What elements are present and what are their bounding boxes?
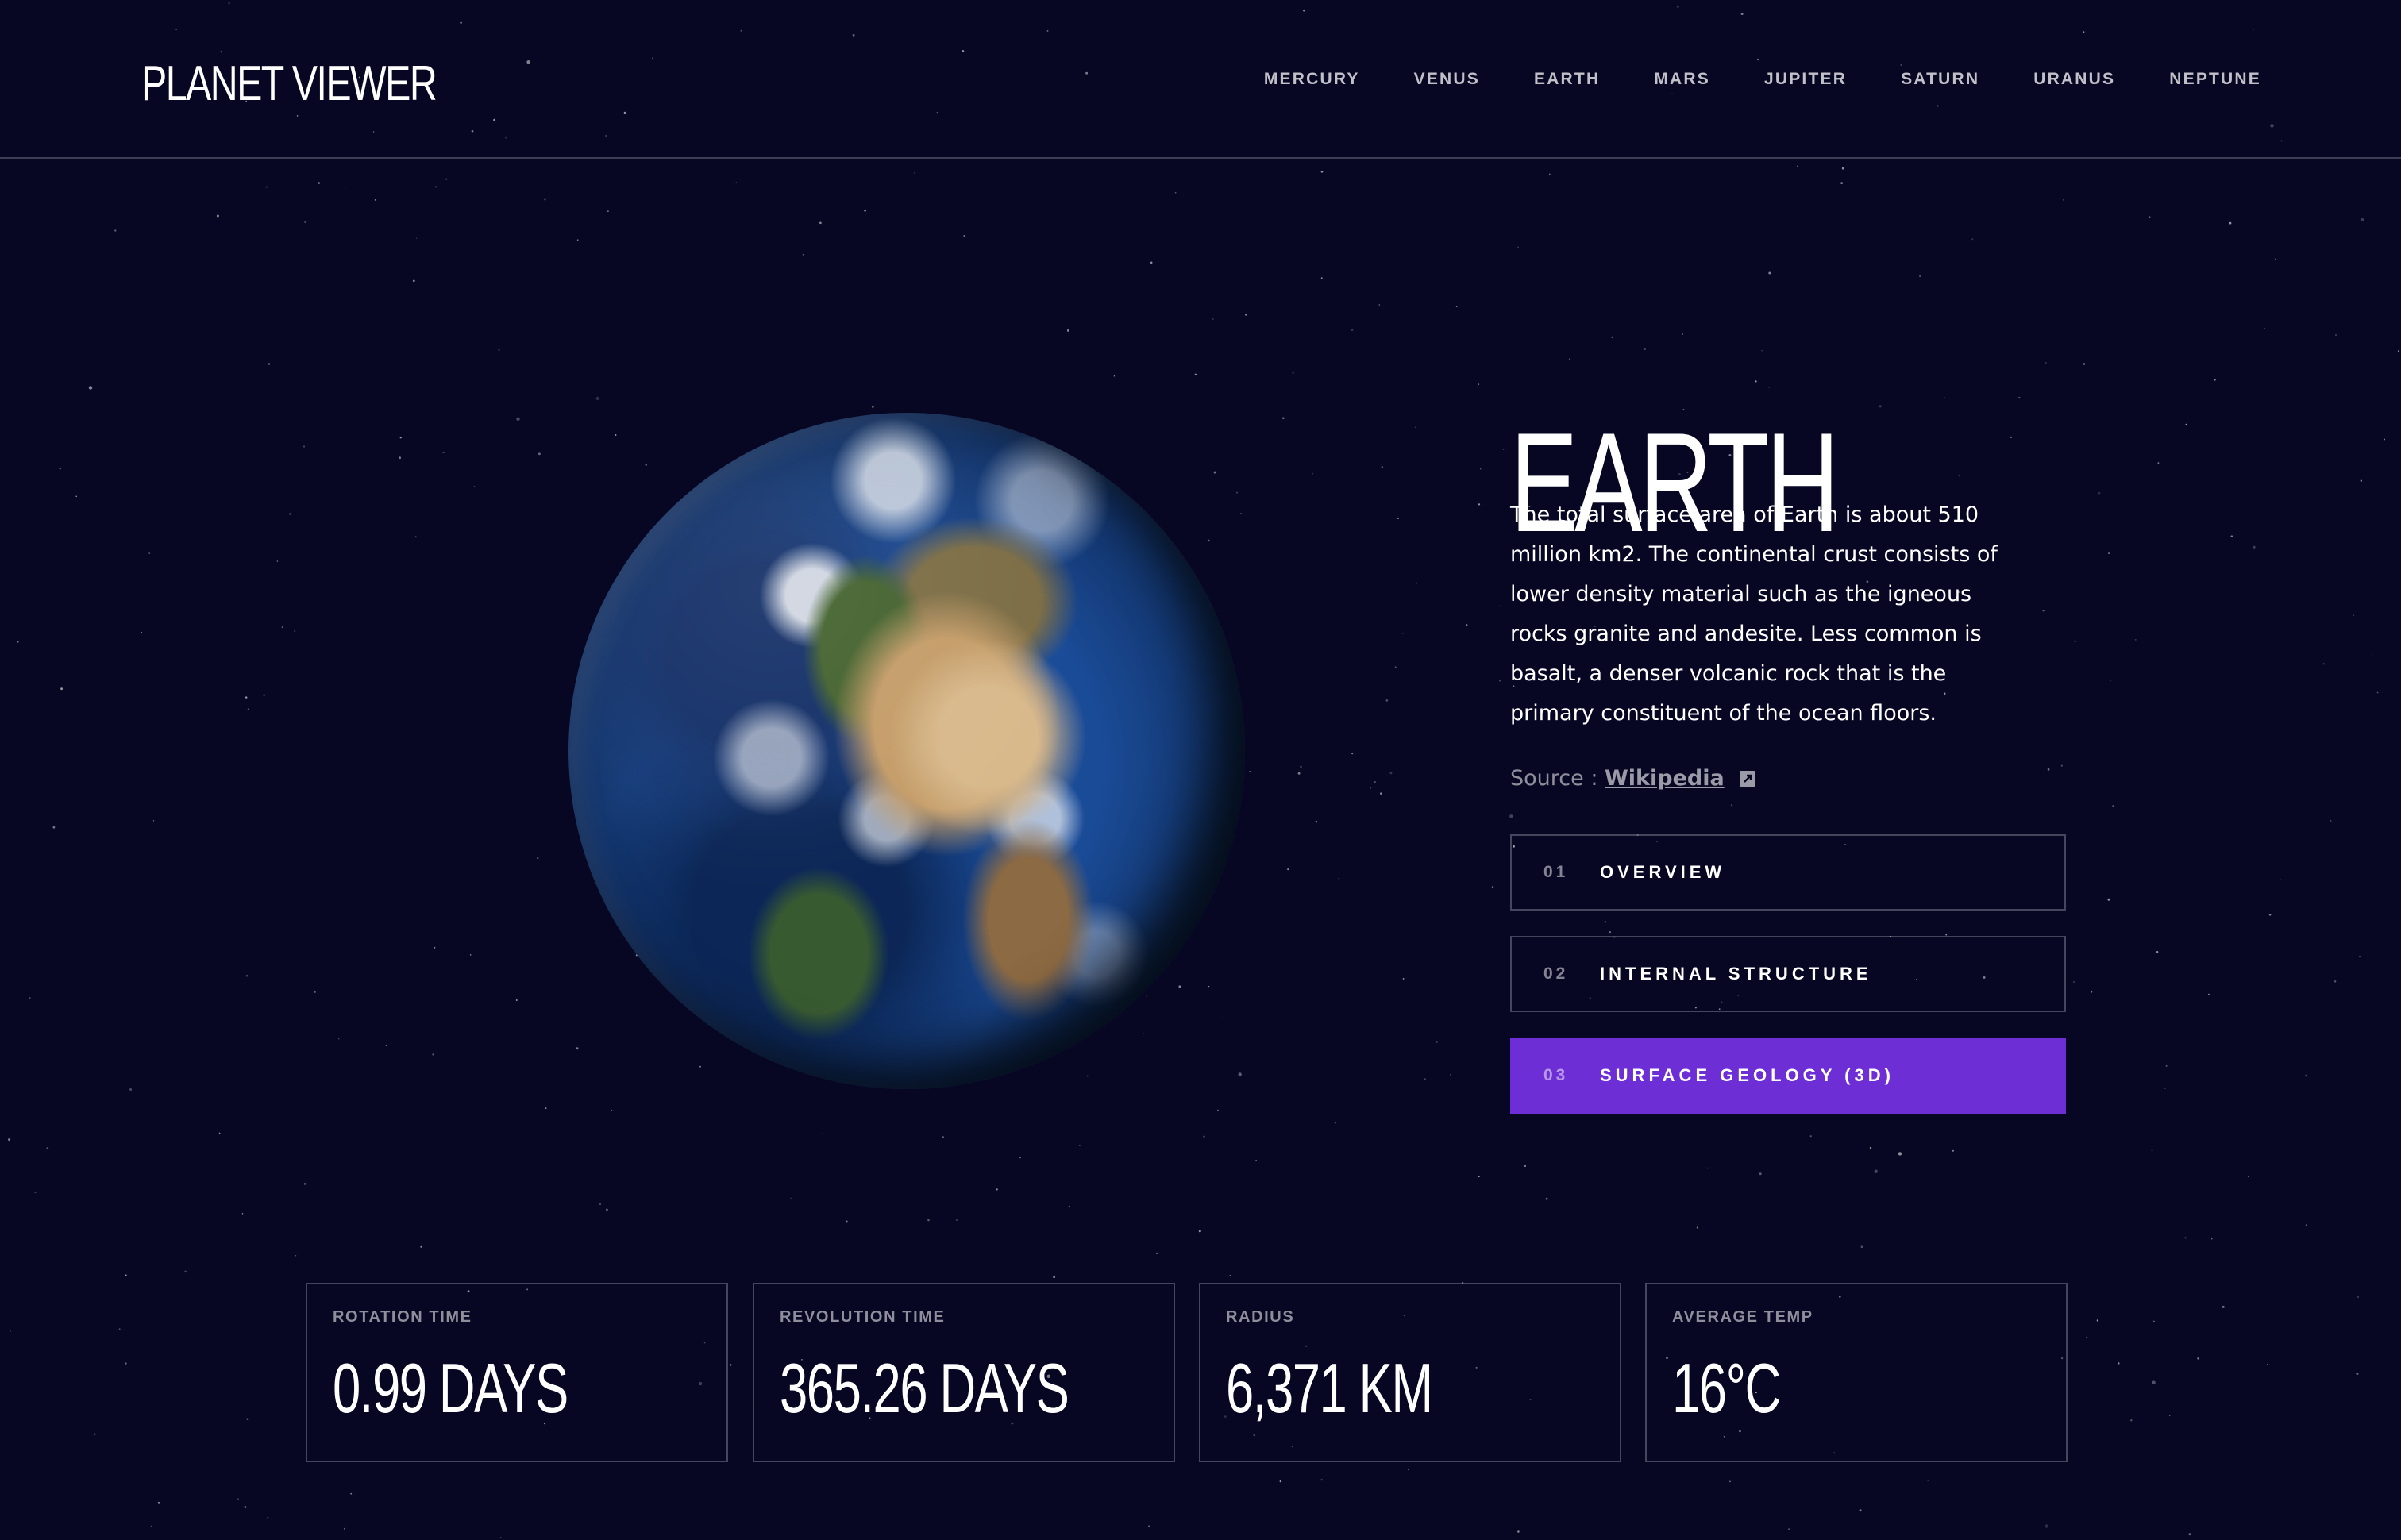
site-header: PLANET VIEWER MERCURY VENUS EARTH MARS J…	[0, 0, 2401, 159]
tab-surface-geology-3d[interactable]: 03 SURFACE GEOLOGY (3D)	[1510, 1038, 2066, 1114]
stat-average-temp: AVERAGE TEMP 16°C	[1645, 1283, 2068, 1462]
planet-navigation: MERCURY VENUS EARTH MARS JUPITER SATURN …	[1264, 70, 2261, 89]
nav-uranus[interactable]: URANUS	[2033, 70, 2115, 89]
stat-value: 365.26 DAYS	[780, 1349, 1069, 1427]
stat-value: 16°C	[1672, 1349, 1781, 1427]
stat-revolution-time: REVOLUTION TIME 365.26 DAYS	[753, 1283, 1175, 1462]
tab-number: 02	[1544, 964, 1569, 983]
tab-internal-structure[interactable]: 02 INTERNAL STRUCTURE	[1510, 936, 2066, 1012]
planet-page: PLANET VIEWER MERCURY VENUS EARTH MARS J…	[0, 0, 2401, 1540]
nav-venus[interactable]: VENUS	[1414, 70, 1480, 89]
planet-description: The total surface area of Earth is about…	[1510, 502, 1998, 726]
nav-neptune[interactable]: NEPTUNE	[2169, 70, 2261, 89]
stat-rotation-time: ROTATION TIME 0.99 DAYS	[306, 1283, 728, 1462]
earth-globe[interactable]	[568, 413, 1245, 1089]
nav-saturn[interactable]: SATURN	[1901, 70, 1979, 89]
tab-label: OVERVIEW	[1600, 862, 1726, 882]
source-attribution: Source : Wikipedia	[1510, 766, 1756, 791]
tab-number: 03	[1544, 1066, 1569, 1084]
nav-jupiter[interactable]: JUPITER	[1764, 70, 1847, 89]
wikipedia-link[interactable]: Wikipedia	[1605, 766, 1725, 791]
stat-value: 0.99 DAYS	[333, 1349, 568, 1427]
tab-number: 01	[1544, 863, 1569, 881]
stat-value: 6,371 KM	[1226, 1349, 1433, 1427]
stat-radius: RADIUS 6,371 KM	[1199, 1283, 1621, 1462]
nav-mercury[interactable]: MERCURY	[1264, 70, 1360, 89]
tab-label: SURFACE GEOLOGY (3D)	[1600, 1065, 1894, 1085]
nav-earth[interactable]: EARTH	[1534, 70, 1600, 89]
tab-label: INTERNAL STRUCTURE	[1600, 964, 1872, 984]
stat-label: ROTATION TIME	[333, 1308, 472, 1326]
earth-surface-geology-view[interactable]	[568, 413, 1245, 1089]
stat-label: REVOLUTION TIME	[780, 1308, 946, 1326]
source-label: Source :	[1510, 766, 1598, 791]
tab-overview[interactable]: 01 OVERVIEW	[1510, 834, 2066, 911]
external-link-icon[interactable]	[1739, 770, 1756, 787]
app-logo[interactable]: PLANET VIEWER	[141, 56, 437, 112]
stat-label: AVERAGE TEMP	[1672, 1308, 1813, 1326]
stat-label: RADIUS	[1226, 1308, 1295, 1326]
nav-mars[interactable]: MARS	[1654, 70, 1710, 89]
